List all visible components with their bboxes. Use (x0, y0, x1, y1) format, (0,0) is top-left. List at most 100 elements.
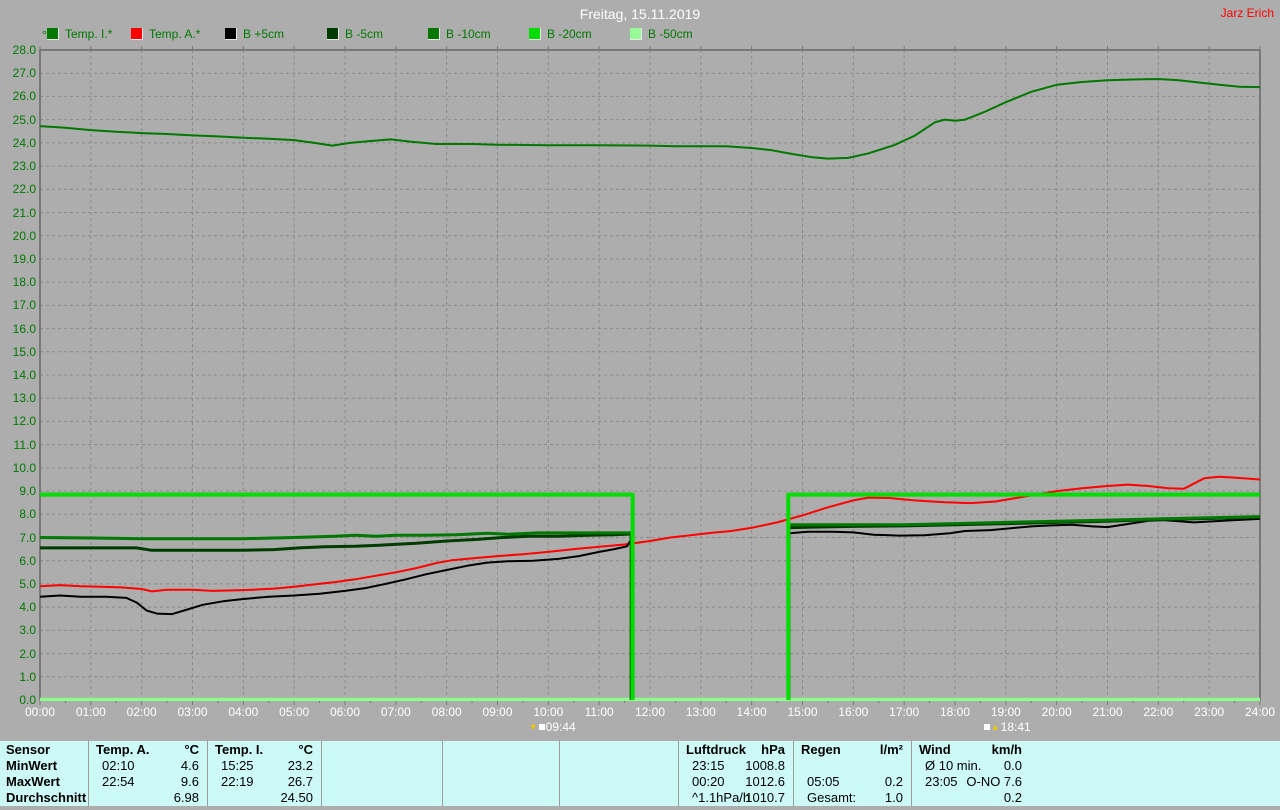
table-cell-row: Gesamt: 1.0 (793, 790, 911, 806)
cell-value: O-NO 7.6 (966, 774, 1022, 789)
table-column-header: Regen l/m² (793, 742, 911, 758)
y-tick-label: 26.0 (12, 89, 36, 104)
y-tick-label: 20.0 (12, 228, 36, 243)
y-tick-label: 11.0 (13, 437, 36, 452)
table-cell-row: 00:20 1012.6 (678, 774, 793, 790)
cell-time: 22:54 (102, 774, 135, 789)
table-column-header: Luftdruck hPa (678, 742, 793, 758)
y-tick-label: 17.0 (12, 298, 36, 313)
column-unit: °C (298, 742, 313, 757)
cell-value: 0.2 (1003, 790, 1022, 805)
table-cell-row: 23:15 1008.8 (678, 758, 793, 774)
y-tick-label: 6.0 (19, 553, 36, 568)
table-cell-row: Ø 10 min. 0.0 (911, 758, 1030, 774)
column-unit: km/h (991, 742, 1022, 757)
y-tick-label: 25.0 (12, 112, 36, 127)
cell-time: 15:25 (221, 758, 254, 773)
column-name: Temp. I. (215, 742, 264, 757)
y-tick-label: 3.0 (19, 623, 36, 638)
cell-value: 0.2 (884, 774, 903, 789)
y-tick-label: 7.0 (19, 530, 36, 545)
table-cell-row: 22:54 9.6 (88, 774, 207, 790)
y-tick-label: 4.0 (19, 600, 36, 615)
cell-time: ^1.1hPa/h (692, 790, 751, 805)
table-column-divider (678, 741, 679, 806)
x-tick-label: 03:00 (177, 705, 208, 719)
table-cell-row: 15:25 23.2 (207, 758, 321, 774)
cell-value: 1008.8 (745, 758, 785, 773)
cell-value: 0.0 (1003, 758, 1022, 773)
cell-value: 1012.6 (745, 774, 785, 789)
y-tick-label: 27.0 (12, 66, 36, 81)
column-name: Temp. A. (96, 742, 150, 757)
y-tick-label: 2.0 (19, 646, 36, 661)
table-column-divider (559, 741, 560, 806)
x-tick-label: 02:00 (126, 705, 157, 719)
cell-value: 4.6 (180, 758, 199, 773)
column-name: Wind (919, 742, 951, 757)
y-tick-label: 8.0 (19, 507, 36, 522)
marker-time-label: 18:41 (1000, 720, 1031, 734)
y-tick-label: 18.0 (12, 275, 36, 290)
x-tick-label: 14:00 (736, 705, 767, 719)
rise-time-marker: ▲ 18:41 (983, 720, 1031, 734)
x-tick-label: 17:00 (889, 705, 920, 719)
y-tick-label: 5.0 (19, 576, 36, 591)
table-column-divider (442, 741, 443, 806)
table-cell-row: 05:05 0.2 (793, 774, 911, 790)
x-tick-label: 01:00 (75, 705, 106, 719)
table-cell-row: 24.50 (207, 790, 321, 806)
cell-value: 9.6 (180, 774, 199, 789)
x-tick-label: 05:00 (279, 705, 310, 719)
table-cell-row: 02:10 4.6 (88, 758, 207, 774)
x-tick-label: 22:00 (1143, 705, 1174, 719)
table-cell-row: 23:05 O-NO 7.6 (911, 774, 1030, 790)
x-tick-label: 12:00 (634, 705, 666, 719)
y-tick-label: 23.0 (12, 159, 36, 174)
table-column-divider (88, 741, 89, 806)
x-tick-label: 16:00 (838, 705, 869, 719)
x-tick-label: 13:00 (685, 705, 716, 719)
table-column-divider (793, 741, 794, 806)
table-cell-row: 0.2 (911, 790, 1030, 806)
cell-value: 1.0 (884, 790, 903, 805)
table-column-header: Wind km/h (911, 742, 1030, 758)
x-tick-label: 21:00 (1092, 705, 1123, 719)
column-unit: l/m² (879, 742, 903, 757)
table-row-label: MinWert (6, 758, 58, 773)
chart-plot-area[interactable] (0, 0, 1280, 738)
arrow-icon: ▼ (528, 722, 538, 732)
table-column-header: Temp. I. °C (207, 742, 321, 758)
x-tick-label: 15:00 (787, 705, 818, 719)
cell-time: 02:10 (102, 758, 135, 773)
x-tick-label: 07:00 (380, 705, 411, 719)
y-tick-label: 15.0 (12, 344, 36, 359)
table-cell-row: 6.98 (88, 790, 207, 806)
y-tick-label: 24.0 (12, 135, 36, 150)
x-tick-label: 18:00 (939, 705, 971, 719)
x-tick-label: 11:00 (584, 705, 614, 719)
set-time-marker: ▼ 09:44 (529, 720, 576, 734)
cell-time: 00:20 (692, 774, 725, 789)
moonset-icon (538, 724, 545, 730)
x-tick-label: 00:00 (24, 705, 56, 719)
cell-value: 24.50 (280, 790, 313, 805)
x-tick-label: 24:00 (1244, 705, 1276, 719)
x-tick-label: 09:00 (482, 705, 513, 719)
sensor-summary-table: Sensor MinWert MaxWert Durchschnitt Temp. A.… (0, 741, 1280, 806)
marker-time-label: 09:44 (545, 720, 576, 734)
table-column-divider (207, 741, 208, 806)
table-cell-row: ^1.1hPa/h 1010.7 (678, 790, 793, 806)
table-row-label: Durchschnitt (6, 790, 87, 805)
cell-time: 23:15 (692, 758, 725, 773)
x-tick-label: 06:00 (329, 705, 361, 719)
x-tick-label: 23:00 (1194, 705, 1225, 719)
y-tick-label: 28.0 (12, 43, 36, 57)
cell-value: 26.7 (287, 774, 313, 789)
x-tick-label: 19:00 (990, 705, 1021, 719)
y-tick-label: 10.0 (12, 460, 36, 475)
table-column-divider (321, 741, 322, 806)
weather-app-window: { "header": { "title": "Freitag, 15.11.2… (0, 0, 1280, 810)
cell-time: 05:05 (807, 774, 840, 789)
y-tick-label: 21.0 (12, 205, 36, 220)
